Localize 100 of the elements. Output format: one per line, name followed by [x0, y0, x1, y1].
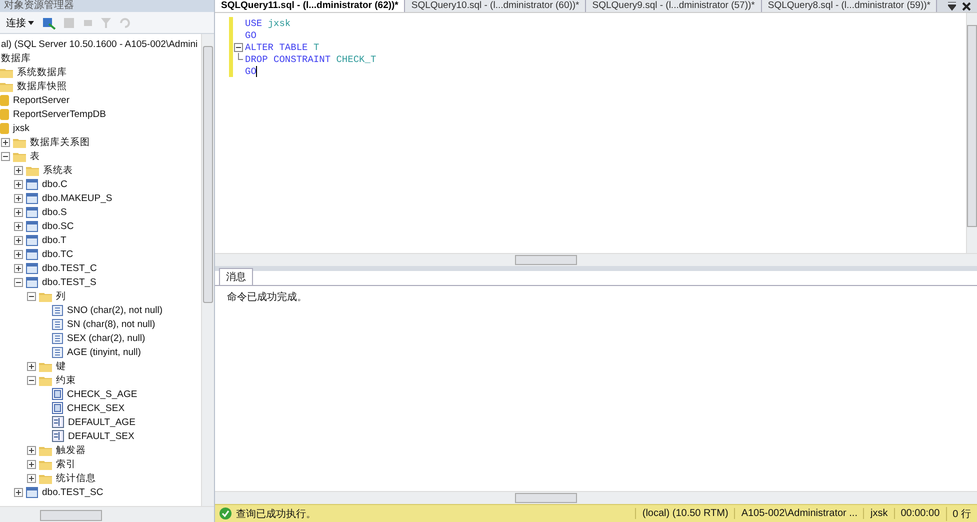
- tree-item[interactable]: SNO (char(2), not null): [66, 304, 163, 316]
- database-icon: [0, 108, 9, 120]
- tree-item[interactable]: 系统表: [42, 164, 73, 176]
- document-tab[interactable]: SQLQuery10.sql - (l...dministrator (60))*: [405, 0, 586, 12]
- expand-icon[interactable]: [14, 236, 23, 244]
- folder-icon: [39, 290, 52, 302]
- tree-item[interactable]: 数据库: [0, 52, 31, 64]
- tree-item[interactable]: AGE (tinyint, null): [66, 346, 141, 358]
- tree-item[interactable]: dbo.TEST_S: [41, 276, 96, 288]
- collapse-icon[interactable]: [1, 152, 10, 160]
- folder-icon: [13, 136, 26, 148]
- elapsed-time: 00:00:00: [894, 508, 946, 519]
- folder-icon: [26, 164, 39, 176]
- tree-item[interactable]: ReportServer: [12, 94, 70, 106]
- tree-item[interactable]: dbo.TEST_C: [41, 262, 97, 274]
- folder-icon: [13, 150, 26, 162]
- tree-item[interactable]: 索引: [55, 458, 76, 470]
- folder-icon: [39, 444, 52, 456]
- horizontal-scrollbar[interactable]: [0, 506, 214, 522]
- collapse-icon[interactable]: [27, 292, 36, 300]
- collapse-icon[interactable]: [27, 376, 36, 384]
- horizontal-scrollbar[interactable]: [215, 253, 977, 266]
- code-line: USE jxsk: [245, 18, 291, 28]
- tree-item[interactable]: al) (SQL Server 10.50.1600 - A105-002\Admini: [0, 38, 198, 50]
- row-count: 0 行: [946, 506, 977, 520]
- database-name: jxsk: [863, 508, 894, 519]
- expand-icon[interactable]: [14, 208, 23, 216]
- connect-icon[interactable]: [42, 16, 56, 30]
- tree-item[interactable]: 系统数据库: [16, 66, 67, 78]
- connect-button[interactable]: 连接: [4, 16, 36, 30]
- document-tab[interactable]: SQLQuery11.sql - (l...dministrator (62))*: [215, 0, 406, 12]
- default-constraint-icon: [52, 430, 64, 442]
- column-icon: [52, 346, 63, 358]
- database-icon: [0, 94, 9, 106]
- folder-icon: [39, 472, 52, 484]
- close-icon[interactable]: [962, 2, 971, 10]
- database-icon: [0, 122, 9, 134]
- expand-icon[interactable]: [14, 488, 23, 496]
- message-text: 命令已成功完成。: [227, 292, 307, 303]
- tree-item[interactable]: dbo.S: [41, 206, 67, 218]
- user-info: A105-002\Administrator ...: [734, 508, 864, 519]
- folder-icon: [39, 374, 52, 386]
- tree-item[interactable]: 列: [55, 290, 66, 302]
- tree-item[interactable]: 触发器: [55, 444, 86, 456]
- success-check-icon: [219, 507, 232, 520]
- expand-icon[interactable]: [27, 362, 36, 370]
- folder-icon: [39, 458, 52, 470]
- tree-item[interactable]: 数据库关系图: [29, 136, 90, 148]
- tree-item[interactable]: jxsk: [12, 122, 30, 134]
- status-message: 查询已成功执行。: [236, 508, 317, 520]
- tree-item[interactable]: SEX (char(2), null): [66, 332, 146, 344]
- expand-icon[interactable]: [14, 250, 23, 258]
- code-line: GO: [245, 66, 256, 76]
- horizontal-scrollbar[interactable]: [215, 491, 977, 504]
- vertical-scrollbar[interactable]: [966, 13, 977, 253]
- tree-item[interactable]: 数据库快照: [16, 80, 67, 92]
- code-line: GO: [245, 30, 256, 40]
- table-icon: [26, 276, 38, 288]
- expand-icon[interactable]: [27, 460, 36, 468]
- expand-icon[interactable]: [14, 222, 23, 230]
- table-icon: [26, 220, 38, 232]
- expand-icon[interactable]: [14, 166, 23, 174]
- code-line: ALTER TABLE T: [245, 42, 320, 52]
- dropdown-icon[interactable]: [948, 2, 956, 10]
- tree-item[interactable]: ReportServerTempDB: [12, 108, 106, 120]
- panel-title: 对象资源管理器: [0, 0, 214, 12]
- default-constraint-icon: [52, 416, 64, 428]
- caret-icon: [28, 20, 34, 25]
- table-icon: [26, 234, 38, 246]
- tree-item[interactable]: 键: [55, 360, 66, 372]
- messages-tab[interactable]: 消息: [219, 268, 253, 285]
- tree-item[interactable]: SN (char(8), not null): [66, 318, 156, 330]
- tree-item[interactable]: DEFAULT_SEX: [67, 430, 134, 442]
- server-info: (local) (10.50 RTM): [635, 508, 734, 519]
- document-tab[interactable]: SQLQuery8.sql - (l...dministrator (59))*: [762, 0, 938, 12]
- expand-icon[interactable]: [14, 180, 23, 188]
- expand-icon[interactable]: [1, 138, 10, 146]
- table-icon: [26, 248, 38, 260]
- tree-item[interactable]: DEFAULT_AGE: [67, 416, 136, 428]
- tree-item[interactable]: 统计信息: [55, 472, 96, 484]
- expand-icon[interactable]: [14, 264, 23, 272]
- constraint-icon: [52, 388, 63, 400]
- tree-item[interactable]: CHECK_S_AGE: [66, 388, 138, 400]
- tree-item[interactable]: dbo.TC: [41, 248, 74, 260]
- expand-icon[interactable]: [27, 474, 36, 482]
- tree-item[interactable]: dbo.TEST_SC: [41, 486, 104, 498]
- fold-icon[interactable]: [234, 42, 242, 52]
- tree-item[interactable]: dbo.MAKEUP_S: [41, 192, 112, 204]
- vertical-scrollbar[interactable]: [201, 34, 214, 506]
- document-tab[interactable]: SQLQuery9.sql - (l...dministrator (57))*: [586, 0, 762, 12]
- tree-item[interactable]: dbo.T: [41, 234, 66, 246]
- tree-item[interactable]: dbo.C: [41, 178, 68, 190]
- expand-icon[interactable]: [14, 194, 23, 202]
- expand-icon[interactable]: [27, 446, 36, 454]
- tree-item[interactable]: 约束: [55, 374, 76, 386]
- tree-item[interactable]: dbo.SC: [41, 220, 74, 232]
- tree-item[interactable]: 表: [29, 150, 40, 162]
- folder-icon: [0, 80, 13, 92]
- collapse-icon[interactable]: [14, 278, 23, 286]
- tree-item[interactable]: CHECK_SEX: [66, 402, 125, 414]
